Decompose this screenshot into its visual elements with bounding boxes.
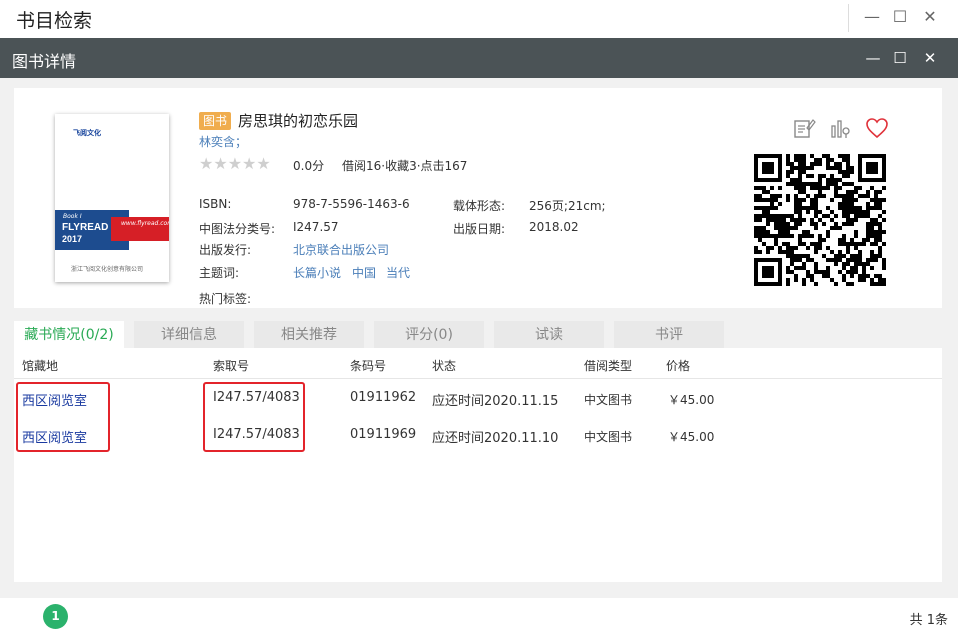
- dialog-titlebar: 图书详情 — ☐ ✕: [0, 38, 958, 78]
- highlight-box-location: [16, 382, 110, 452]
- page-button-1[interactable]: 1: [43, 604, 68, 629]
- window-title: 书目检索: [16, 10, 93, 32]
- window-close-button[interactable]: ✕: [918, 6, 942, 28]
- header-divider: [14, 378, 942, 379]
- cover-brand: FLYREAD: [62, 222, 109, 233]
- subject-link-2[interactable]: 中国: [352, 264, 376, 281]
- table-row-1-type: 中文图书: [584, 393, 633, 407]
- clc-value: I247.57: [293, 220, 339, 234]
- table-row-2-status: 应还时间2020.11.10: [432, 431, 559, 446]
- dialog-maximize-button[interactable]: ☐: [889, 47, 911, 69]
- type-badge: 图书: [199, 112, 232, 130]
- pubdate-label: 出版日期:: [453, 222, 506, 236]
- rating-stars[interactable]: ★★★★★: [199, 154, 271, 173]
- tab-details[interactable]: 详细信息: [134, 321, 244, 349]
- dialog-close-button[interactable]: ✕: [919, 47, 941, 69]
- subject-label: 主题词:: [199, 266, 240, 280]
- table-row-2-barcode: 01911969: [350, 427, 417, 442]
- header-type: 借阅类型: [584, 359, 633, 373]
- header-status: 状态: [432, 359, 457, 373]
- cover-book-label: Book I: [63, 213, 82, 220]
- book-detail-card: 飞阅文化 Book I FLYREAD 2017 www.flyread.com…: [14, 88, 942, 308]
- book-cover[interactable]: 飞阅文化 Book I FLYREAD 2017 www.flyread.com…: [55, 114, 169, 282]
- book-title: 房思琪的初恋乐园: [238, 112, 359, 130]
- book-stats: 借阅16·收藏3·点击167: [342, 159, 468, 173]
- pagination-footer: 1 共 1条: [0, 598, 958, 638]
- heart-icon[interactable]: [865, 116, 889, 140]
- cover-year: 2017: [62, 234, 83, 244]
- isbn-label: ISBN:: [199, 197, 232, 211]
- rating-score: 0.0分: [293, 159, 325, 173]
- pubdate-value: 2018.02: [529, 220, 579, 234]
- header-price: 价格: [666, 359, 691, 373]
- table-row-2-type: 中文图书: [584, 430, 633, 444]
- total-count: 共 1条: [909, 613, 948, 628]
- outer-titlebar: 书目检索 — ☐ ✕: [0, 0, 958, 38]
- note-edit-icon[interactable]: [792, 116, 816, 140]
- carrier-label: 载体形态:: [453, 199, 506, 213]
- table-row-1-barcode: 01911962: [350, 390, 417, 405]
- titlebar-divider: [848, 4, 849, 32]
- author-link[interactable]: 林奕含；: [199, 133, 247, 150]
- tab-rating[interactable]: 评分(0): [374, 321, 484, 349]
- header-call-no: 索取号: [213, 359, 250, 373]
- header-barcode: 条码号: [350, 359, 387, 373]
- highlight-box-call-no: [203, 382, 305, 452]
- qr-code: [754, 154, 886, 286]
- carrier-value: 256页;21cm;: [529, 199, 606, 213]
- tab-holdings[interactable]: 藏书情况(0/2): [14, 321, 124, 349]
- tab-reviews[interactable]: 书评: [614, 321, 724, 349]
- subject-link-3[interactable]: 当代: [386, 264, 410, 281]
- publisher-label: 出版发行:: [199, 243, 252, 257]
- isbn-value: 978-7-5596-1463-6: [293, 197, 410, 211]
- clc-label: 中图法分类号:: [199, 222, 276, 236]
- tab-recommend[interactable]: 相关推荐: [254, 321, 364, 349]
- table-row-2-price: ￥45.00: [668, 430, 715, 444]
- table-row-1-status: 应还时间2020.11.15: [432, 394, 559, 409]
- dialog-content: 飞阅文化 Book I FLYREAD 2017 www.flyread.com…: [0, 78, 958, 598]
- stats-icon[interactable]: [828, 116, 852, 140]
- window-maximize-button[interactable]: ☐: [888, 6, 912, 28]
- table-row-1-price: ￥45.00: [668, 393, 715, 407]
- window-minimize-button[interactable]: —: [860, 6, 884, 28]
- cover-publisher: 浙江飞阅文化创意有限公司: [71, 266, 144, 273]
- tab-preview[interactable]: 试读: [494, 321, 604, 349]
- dialog-title: 图书详情: [12, 52, 77, 71]
- cover-logo: 飞阅文化: [73, 129, 101, 137]
- subject-link-1[interactable]: 长篇小说: [293, 264, 341, 281]
- cover-url: www.flyread.com.cn: [121, 220, 169, 227]
- header-location: 馆藏地: [22, 359, 59, 373]
- dialog-minimize-button[interactable]: —: [862, 47, 884, 69]
- tags-label: 热门标签:: [199, 292, 252, 306]
- holdings-table: 馆藏地 索取号 条码号 状态 借阅类型 价格 西区阅览室 I247.57/408…: [14, 348, 942, 582]
- publisher-link[interactable]: 北京联合出版公司: [293, 241, 389, 258]
